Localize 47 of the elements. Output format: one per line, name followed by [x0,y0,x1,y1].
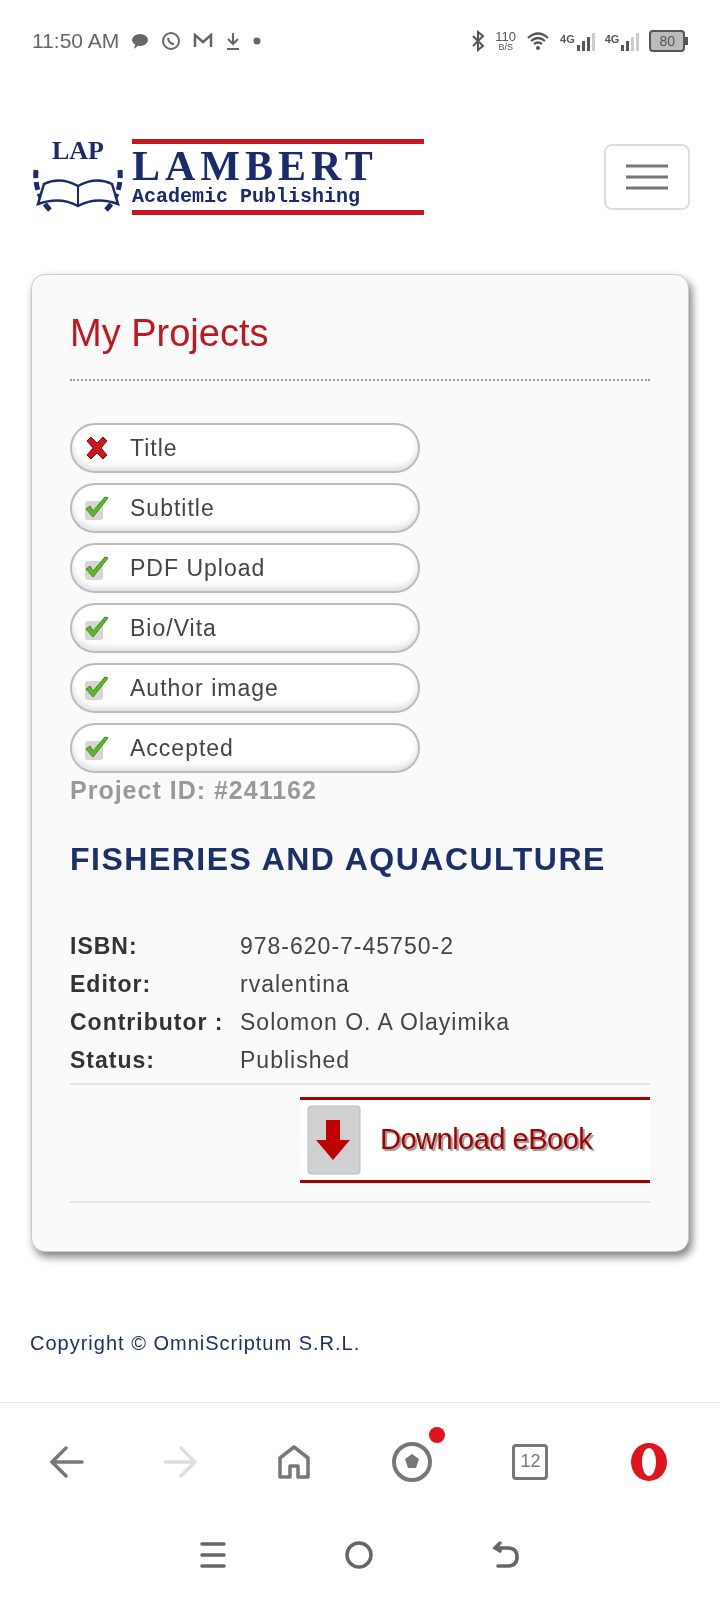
menu-icon [625,164,669,190]
clock: 11:50 AM [32,28,120,55]
detail-value: rvalentina [240,969,350,999]
network-type: 4G [560,32,575,47]
download-button[interactable]: Download eBook [300,1097,650,1183]
download-icon [225,32,242,50]
wifi-icon [526,31,551,51]
football-icon[interactable] [390,1440,433,1483]
home-circle-icon[interactable] [345,1541,373,1569]
notification-dot-icon [428,1426,445,1443]
network-speed-unit: B/S [498,43,513,52]
checklist-label: Subtitle [130,493,215,523]
project-id: Project ID: #241162 [70,775,318,805]
battery-level: 80 [649,30,685,52]
book-title: FISHERIES AND AQUACULTURE [70,840,607,879]
recent-apps-icon[interactable] [199,1541,226,1569]
checklist-label: Author image [130,673,279,703]
checklist-label: Accepted [130,733,234,763]
dot-icon [253,37,262,45]
logo-subtitle: Academic Publishing [132,186,362,208]
logo-initials: LAP [52,138,104,164]
chat-icon [131,33,150,49]
logo[interactable]: LAP LAMBERT Academic Publishing [30,138,424,216]
back-icon[interactable] [49,1445,84,1478]
card-title: My Projects [70,305,650,381]
tabs-button[interactable]: 12 [512,1443,549,1480]
detail-value: Solomon O. A Olayimika [240,1007,510,1037]
detail-label: ISBN: [70,931,139,961]
detail-label: Status: [70,1045,156,1075]
checklist-label: PDF Upload [130,553,266,583]
bluetooth-icon [471,30,486,52]
detail-value: 978-620-7-45750-2 [240,931,454,961]
checklist-label: Bio/Vita [130,613,217,643]
detail-label: Editor: [70,969,153,999]
checklist-label: Title [130,433,178,463]
detail-value: Published [240,1045,351,1075]
signal-icon [576,31,595,51]
detail-label: Contributor : [70,1007,225,1037]
network-speed: 110 [495,30,517,43]
home-icon[interactable] [277,1443,312,1480]
logo-name: LAMBERT [132,146,379,186]
mail-icon [193,33,214,49]
menu-button[interactable] [604,144,690,210]
network-type: 4G [604,32,620,47]
signal-icon [621,31,640,51]
back-nav-icon[interactable] [492,1541,521,1569]
copyright: Copyright © OmniScriptum S.R.L. [30,1331,362,1356]
